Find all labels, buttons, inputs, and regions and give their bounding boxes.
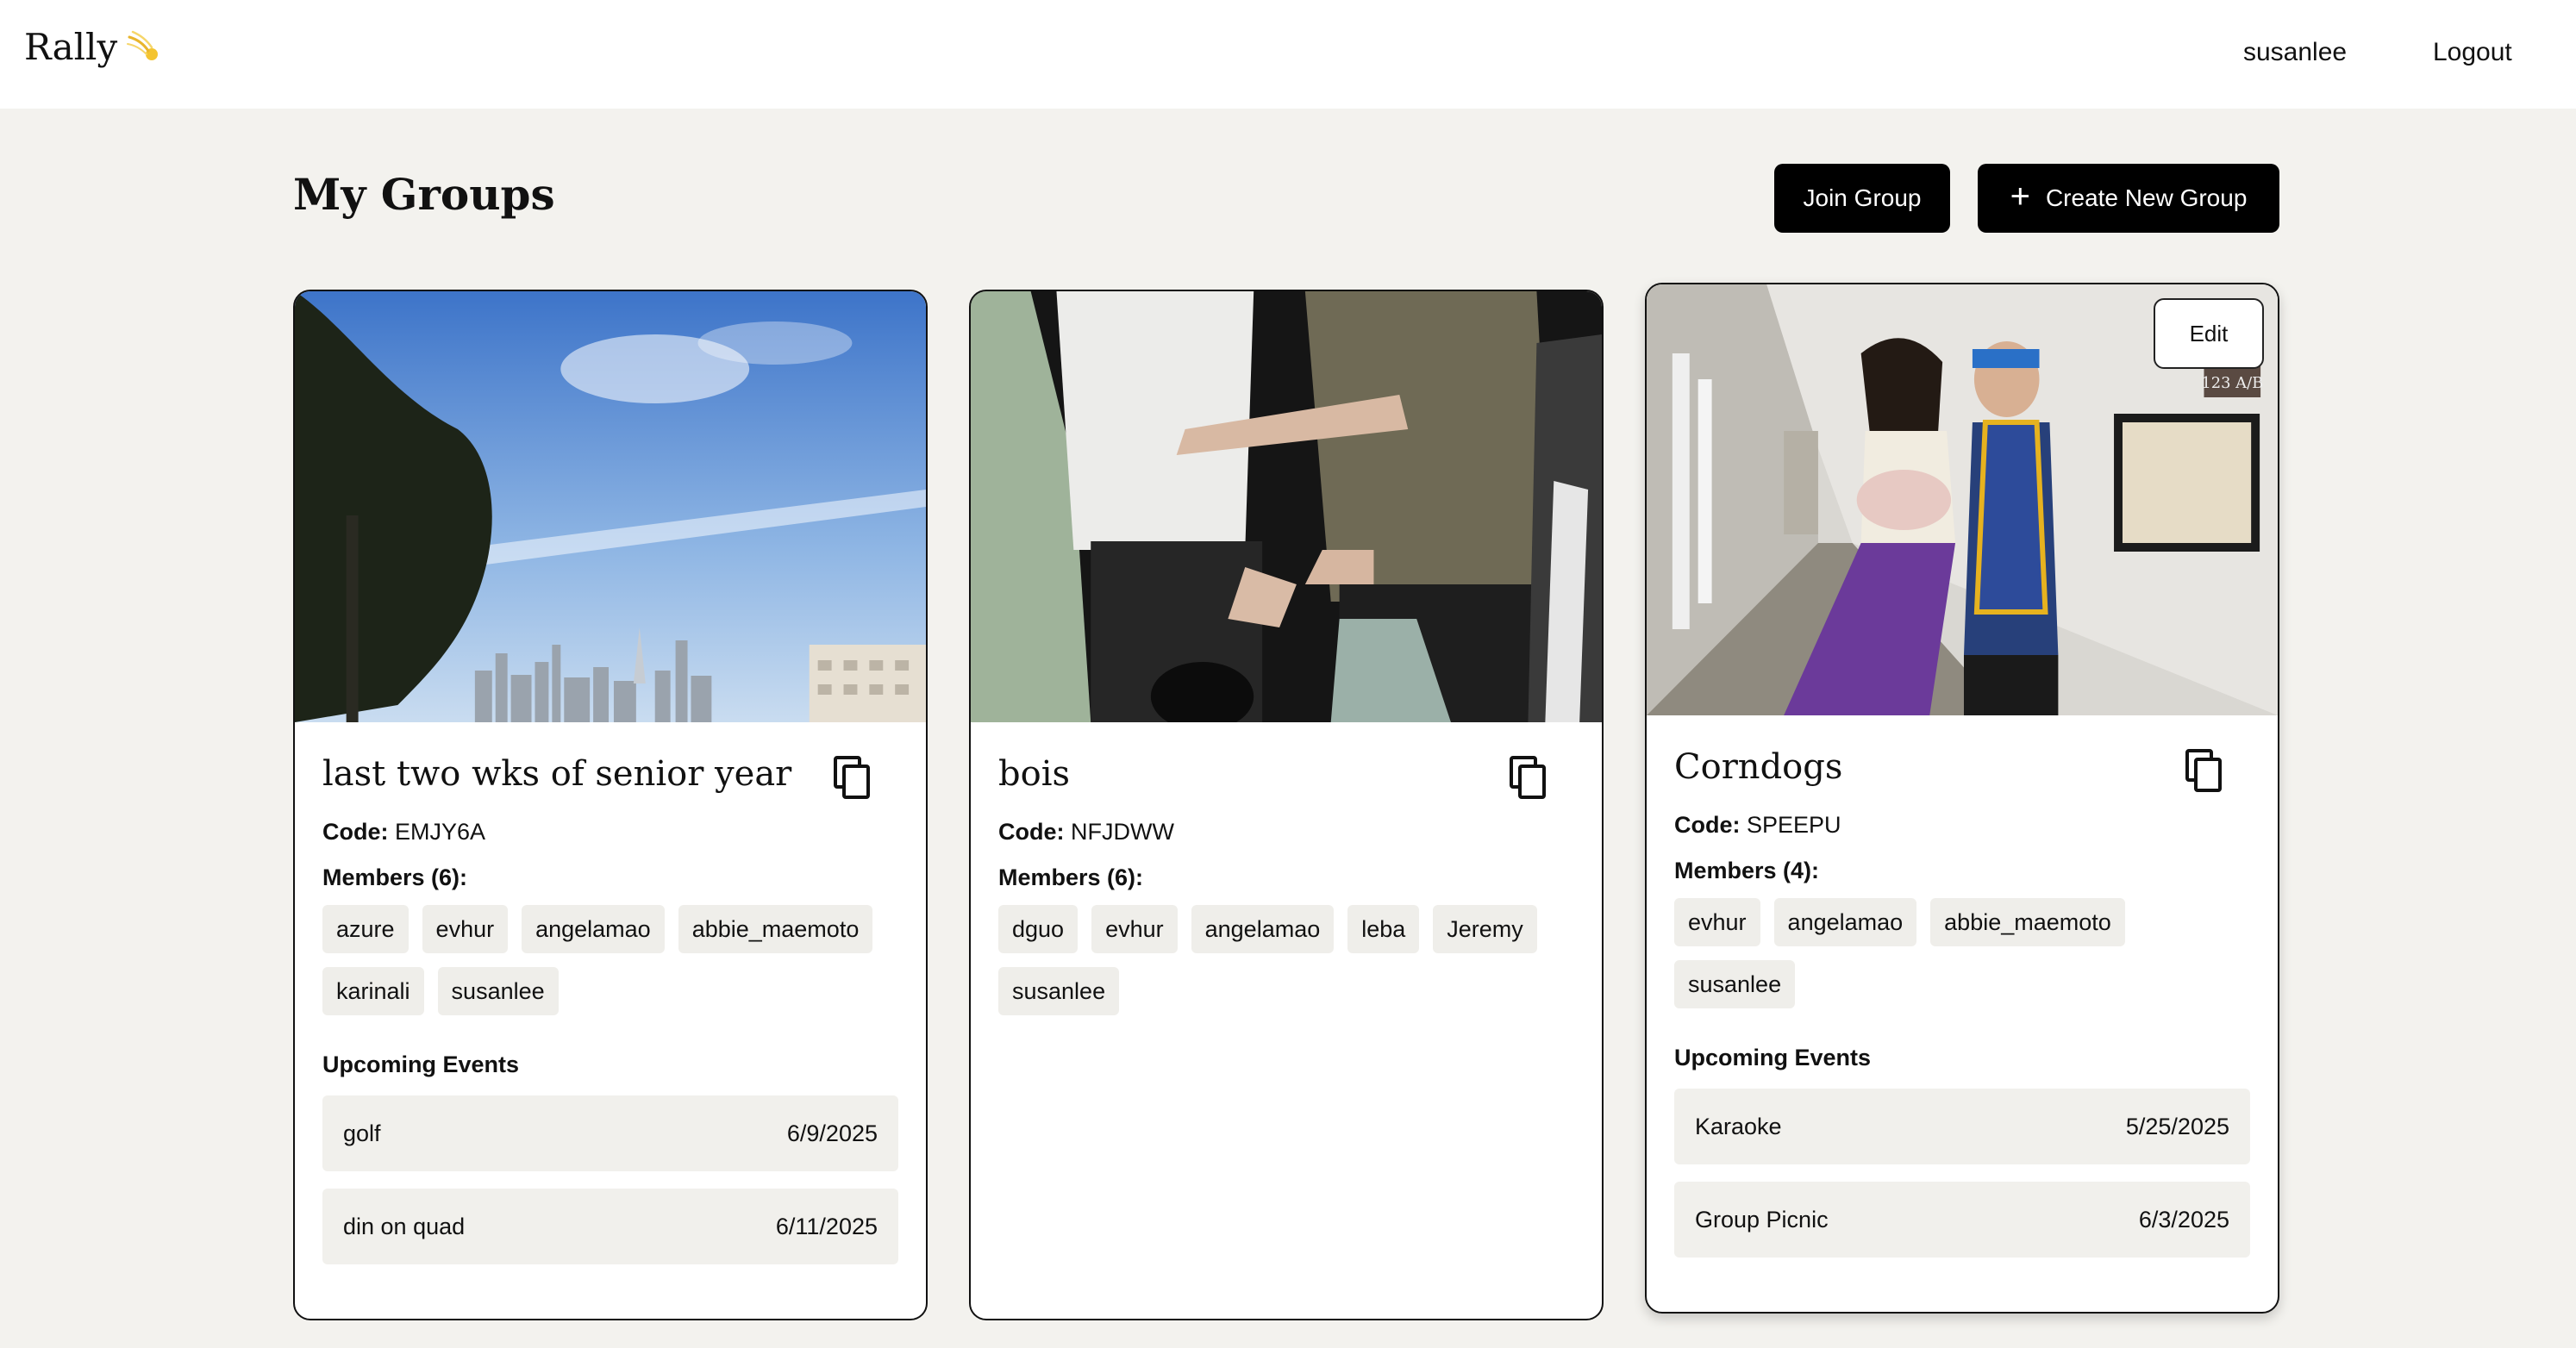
code-label: Code: [1674,812,1741,838]
comet-icon [127,30,159,60]
code-value: EMJY6A [395,819,486,845]
group-name: last two wks of senior year [322,754,792,794]
event-date: 5/25/2025 [2125,1113,2229,1139]
edit-label: Edit [2189,320,2229,346]
member-chip: Jeremy [1433,905,1537,953]
brand-name: Rally [24,26,118,68]
event-row[interactable]: Group Picnic 6/3/2025 [1674,1182,2250,1258]
member-chip: karinali [322,967,424,1015]
group-card[interactable]: bois Code: NFJDWW Members (6): dguo evhu… [969,290,1604,1320]
member-chip: angelamao [1191,905,1335,953]
join-group-label: Join Group [1803,184,1922,211]
copy-icon[interactable] [2185,748,2224,793]
group-code: Code: NFJDWW [998,819,1574,846]
group-name: bois [998,754,1071,794]
member-chip: angelamao [1773,898,1917,946]
event-date: 6/3/2025 [2138,1206,2229,1233]
group-photo [295,291,926,722]
event-name: Group Picnic [1695,1206,1829,1233]
brand-logo[interactable]: Rally [24,26,164,68]
group-card[interactable]: 123 A/B Edit Corndogs Code: SPEEPU Membe… [1645,283,2279,1314]
member-chip: evhur [1674,898,1760,946]
event-name: Karaoke [1695,1113,1782,1139]
logout-link[interactable]: Logout [2433,38,2512,67]
event-date: 6/9/2025 [786,1120,878,1146]
group-name: Corndogs [1674,747,1843,787]
code-label: Code: [322,819,389,845]
group-code: Code: EMJY6A [322,819,898,846]
member-chip-list: dguo evhur angelamao leba Jeremy susanle… [998,905,1574,1015]
member-chip: angelamao [522,905,665,953]
create-group-label: Create New Group [2045,184,2248,211]
code-value: NFJDWW [1071,819,1174,845]
member-chip: leba [1347,905,1420,953]
group-code: Code: SPEEPU [1674,812,2250,839]
upcoming-events-label: Upcoming Events [322,1052,520,1077]
event-name: golf [343,1120,381,1146]
member-chip: susanlee [437,967,559,1015]
event-name: din on quad [343,1213,466,1239]
member-chip: evhur [1091,905,1178,953]
copy-icon[interactable] [833,755,872,800]
event-row[interactable]: golf 6/9/2025 [322,1095,898,1171]
member-chip: dguo [998,905,1079,953]
svg-text:123 A/B: 123 A/B [2201,374,2263,392]
copy-icon[interactable] [1509,755,1548,800]
group-card-body: bois Code: NFJDWW Members (6): dguo evhu… [998,748,1574,1015]
member-chip-list: evhur angelamao abbie_maemoto susanlee [1674,898,2250,1008]
group-card-body: Corndogs Code: SPEEPU Members (4): evhur… [1674,741,2250,1258]
member-chip-list: azure evhur angelamao abbie_maemoto kari… [322,905,898,1015]
username-label[interactable]: susanlee [2243,38,2347,67]
join-group-button[interactable]: Join Group [1774,164,1950,233]
member-chip: susanlee [1674,960,1796,1008]
plus-icon: + [2010,178,2030,215]
code-value: SPEEPU [1747,812,1841,838]
member-chip: evhur [422,905,509,953]
edit-button[interactable]: Edit [2154,298,2264,369]
upcoming-events-label: Upcoming Events [1674,1045,1872,1070]
member-chip: azure [322,905,409,953]
group-photo [971,291,1602,722]
member-chip: susanlee [998,967,1120,1015]
top-nav-bar: Rally susanlee Logout [0,0,2576,109]
member-chip: abbie_maemoto [678,905,873,953]
event-row[interactable]: Karaoke 5/25/2025 [1674,1089,2250,1164]
page-title: My Groups [293,169,555,220]
members-label: Members (6): [322,864,468,890]
code-label: Code: [998,819,1065,845]
event-row[interactable]: din on quad 6/11/2025 [322,1189,898,1264]
members-label: Members (4): [1674,858,1820,883]
event-date: 6/11/2025 [775,1213,878,1239]
create-group-button[interactable]: + Create New Group [1978,164,2279,233]
member-chip: abbie_maemoto [1930,898,2125,946]
group-card-body: last two wks of senior year Code: EMJY6A… [322,748,898,1264]
members-label: Members (6): [998,864,1144,890]
group-card[interactable]: last two wks of senior year Code: EMJY6A… [293,290,928,1320]
